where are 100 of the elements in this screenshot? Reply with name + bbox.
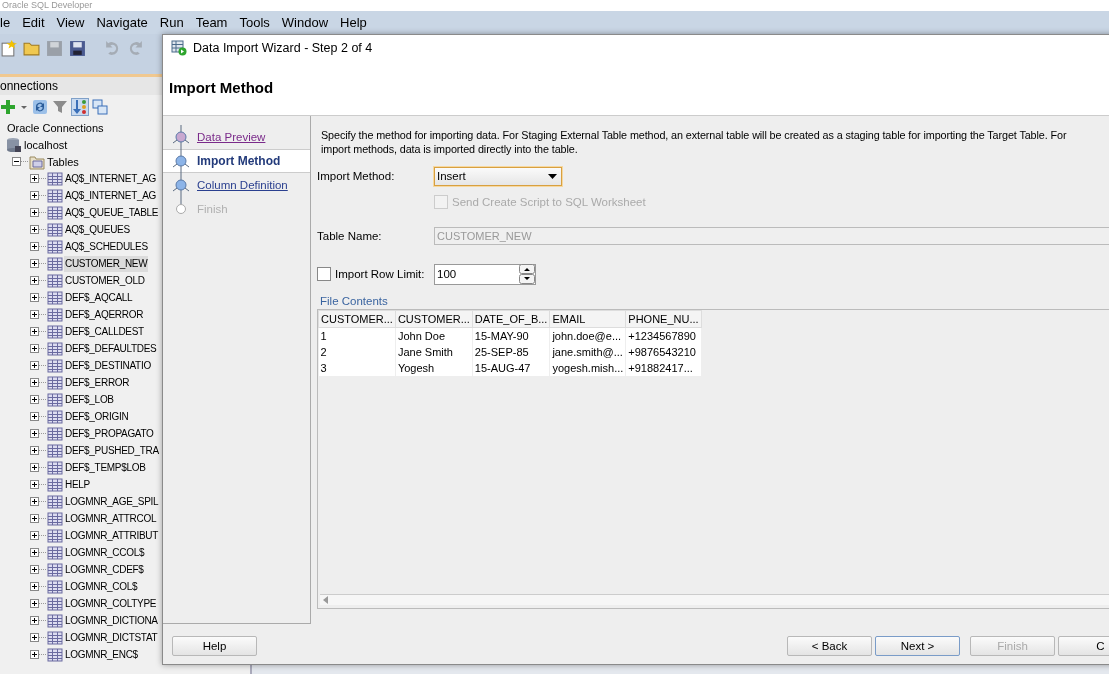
tree-item[interactable]: LOGMNR_DICTIONA (64, 612, 159, 629)
tree-item[interactable]: DEF$_AQERROR (64, 306, 145, 323)
expander-icon[interactable] (30, 225, 39, 234)
expander-icon[interactable] (30, 293, 39, 302)
column-header[interactable]: PHONE_NU... (625, 310, 702, 328)
expander-icon[interactable] (12, 157, 21, 166)
tree-item[interactable]: CUSTOMER_NEW (64, 255, 149, 272)
tree-item[interactable]: Tables (46, 153, 80, 170)
help-button[interactable]: Help (172, 635, 257, 656)
tree-item[interactable]: localhost (23, 136, 69, 153)
row-limit-spinner[interactable]: 100 (434, 263, 536, 285)
tree-item[interactable]: LOGMNR_ATTRCOL (64, 510, 158, 527)
tree-item[interactable]: LOGMNR_COLTYPE (64, 595, 158, 612)
menu-item[interactable]: Help (340, 15, 367, 30)
wizard-button[interactable]: C (1058, 635, 1109, 656)
menu-item[interactable]: Run (159, 15, 184, 30)
expander-icon[interactable] (30, 497, 39, 506)
menu-item[interactable]: Edit (22, 15, 45, 30)
expander-icon[interactable] (30, 446, 39, 455)
step-link[interactable]: Column Definition (197, 179, 288, 191)
new-file-icon[interactable] (0, 39, 17, 57)
tree-item[interactable]: LOGMNR_ATTRIBUT (64, 527, 160, 544)
dialog-title: Data Import Wizard - Step 2 of 4 (193, 40, 373, 55)
expander-icon[interactable] (30, 259, 39, 268)
expander-icon[interactable] (30, 310, 39, 319)
wizard-button[interactable]: Next > (875, 635, 960, 656)
table-icon (47, 391, 63, 408)
expander-icon[interactable] (30, 361, 39, 370)
menu-item[interactable]: le (0, 15, 11, 30)
tree-item[interactable]: LOGMNR_ENC$ (64, 646, 139, 663)
horizontal-scrollbar[interactable] (320, 594, 1109, 605)
menu-item[interactable]: Navigate (96, 15, 148, 30)
expander-icon[interactable] (30, 565, 39, 574)
import-method-dropdown[interactable]: Insert (434, 166, 562, 186)
column-header[interactable]: CUSTOMER... (395, 310, 473, 328)
refresh-icon[interactable] (32, 99, 48, 115)
tree-item[interactable]: LOGMNR_CDEF$ (64, 561, 145, 578)
expander-icon[interactable] (30, 582, 39, 591)
save-all-icon[interactable] (69, 39, 86, 57)
tree-item[interactable]: LOGMNR_DICTSTAT (64, 629, 159, 646)
collapse-icon[interactable] (92, 99, 108, 115)
menu-item[interactable]: Window (281, 15, 329, 30)
expander-icon[interactable] (30, 548, 39, 557)
filter-icon[interactable] (52, 99, 68, 115)
scroll-left-icon[interactable] (323, 596, 329, 604)
expander-icon[interactable] (30, 633, 39, 642)
expander-icon[interactable] (30, 599, 39, 608)
tree-item[interactable]: HELP (64, 476, 91, 493)
column-header[interactable]: DATE_OF_B... (472, 310, 550, 328)
tree-item[interactable]: CUSTOMER_OLD (64, 272, 146, 289)
tree-item[interactable]: AQ$_SCHEDULES (64, 238, 149, 255)
expander-icon[interactable] (30, 174, 39, 183)
expander-icon[interactable] (30, 480, 39, 489)
tree-item[interactable]: DEF$_ORIGIN (64, 408, 130, 425)
tree-item[interactable]: AQ$_INTERNET_AG (64, 187, 158, 204)
expander-icon[interactable] (30, 463, 39, 472)
expander-icon[interactable] (30, 208, 39, 217)
tree-item[interactable]: DEF$_LOB (64, 391, 115, 408)
expander-icon[interactable] (30, 616, 39, 625)
wizard-button[interactable]: < Back (787, 635, 872, 656)
tree-item[interactable]: DEF$_PROPAGATO (64, 425, 155, 442)
folder-icon (29, 153, 45, 170)
tree-item[interactable]: LOGMNR_COL$ (64, 578, 139, 595)
expander-icon[interactable] (30, 344, 39, 353)
expander-icon[interactable] (30, 429, 39, 438)
tree-item[interactable]: DEF$_AQCALL (64, 289, 134, 306)
spinner-arrows-icon[interactable] (519, 264, 535, 284)
checkbox[interactable] (317, 267, 331, 281)
caret-icon[interactable] (20, 103, 28, 111)
expander-icon[interactable] (30, 395, 39, 404)
expander-icon[interactable] (30, 531, 39, 540)
tree-item[interactable]: DEF$_DEFAULTDES (64, 340, 158, 357)
schema-icon[interactable] (72, 99, 88, 115)
expander-icon[interactable] (30, 242, 39, 251)
expander-icon[interactable] (30, 412, 39, 421)
expander-icon[interactable] (30, 276, 39, 285)
expander-icon[interactable] (30, 327, 39, 336)
tree-item[interactable]: DEF$_TEMP$LOB (64, 459, 147, 476)
expander-icon[interactable] (30, 514, 39, 523)
expander-icon[interactable] (30, 191, 39, 200)
tree-item[interactable]: AQ$_INTERNET_AG (64, 170, 158, 187)
tree-item[interactable]: DEF$_CALLDEST (64, 323, 145, 340)
column-header[interactable]: CUSTOMER... (318, 310, 396, 328)
tree-item[interactable]: AQ$_QUEUES (64, 221, 131, 238)
tree-item[interactable]: AQ$_QUEUE_TABLE (64, 204, 160, 221)
column-header[interactable]: EMAIL (549, 310, 626, 328)
tree-item[interactable]: DEF$_DESTINATIO (64, 357, 152, 374)
menu-item[interactable]: Tools (239, 15, 270, 30)
tree-item[interactable]: LOGMNR_AGE_SPIL (64, 493, 160, 510)
step-link[interactable]: Data Preview (197, 131, 266, 143)
expander-icon[interactable] (30, 378, 39, 387)
expander-icon[interactable] (30, 650, 39, 659)
checkbox-label: Send Create Script to SQL Worksheet (452, 196, 646, 208)
tree-item[interactable]: DEF$_ERROR (64, 374, 131, 391)
menu-item[interactable]: View (56, 15, 85, 30)
add-icon[interactable] (0, 99, 16, 115)
tree-item[interactable]: Oracle Connections (6, 119, 105, 136)
menu-item[interactable]: Team (195, 15, 228, 30)
tree-item[interactable]: DEF$_PUSHED_TRA (64, 442, 160, 459)
tree-item[interactable]: LOGMNR_CCOL$ (64, 544, 146, 561)
